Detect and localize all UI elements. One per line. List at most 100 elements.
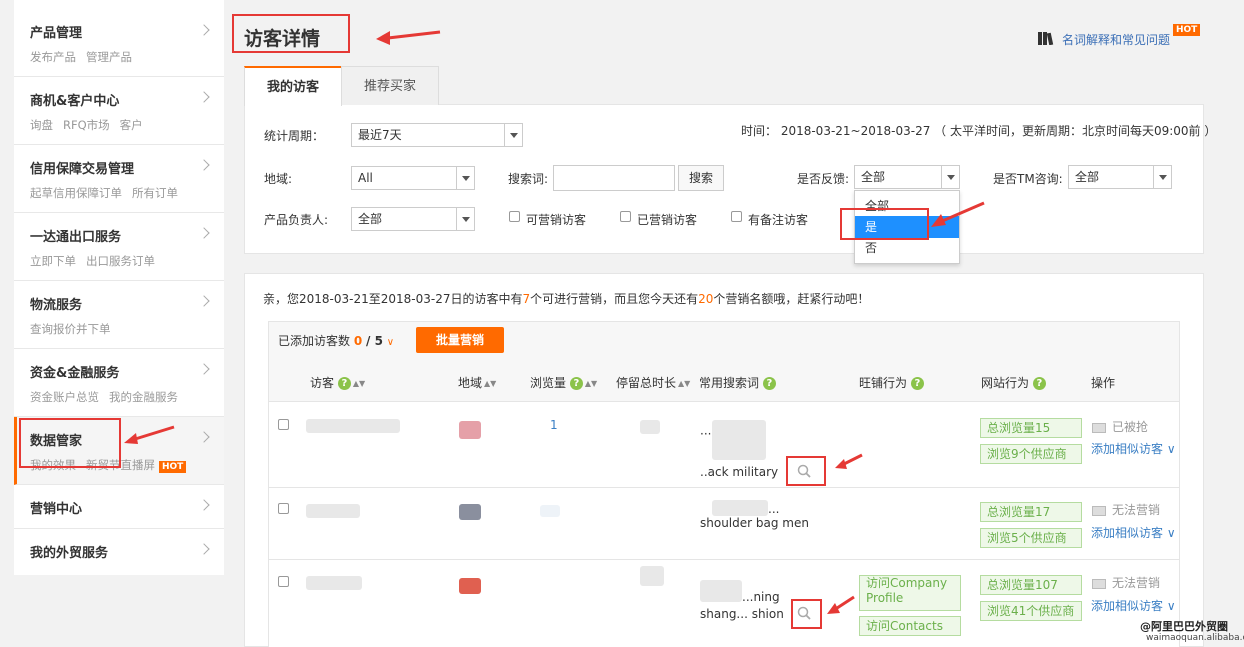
owner-select[interactable]: 全部 xyxy=(351,207,475,231)
sidebar-link-rfq[interactable]: RFQ市场 xyxy=(63,118,110,132)
sort-icon[interactable]: ▲▼ xyxy=(585,379,597,388)
add-similar-link[interactable]: 添加相似访客 ∨ xyxy=(1091,524,1176,541)
region-select[interactable]: All xyxy=(351,166,475,190)
row-status: 无法营销 xyxy=(1092,574,1160,591)
site-total-views: 总浏览量107 xyxy=(980,575,1082,595)
row-status-label: 无法营销 xyxy=(1112,576,1161,590)
noted-label: 有备注访客 xyxy=(748,213,809,227)
sidebar-section-marketing[interactable]: 营销中心 xyxy=(14,485,224,529)
col-views[interactable]: 浏览量 ? ▲▼ xyxy=(530,374,597,391)
sidebar-link-order-now[interactable]: 立即下单 xyxy=(30,254,76,268)
keyword-2: shoulder bag men xyxy=(700,516,809,530)
annotation-arrow-icon xyxy=(835,453,863,469)
row-checkbox[interactable] xyxy=(278,503,289,514)
row-checkbox[interactable] xyxy=(278,419,289,430)
duration-value xyxy=(640,420,660,434)
bulk-marketing-button[interactable]: 批量营销 xyxy=(416,327,504,353)
dropdown-option-no[interactable]: 否 xyxy=(855,237,959,259)
sidebar-sublinks: 查询报价并下单 xyxy=(30,321,121,337)
marketable-checkbox[interactable] xyxy=(509,211,520,222)
sidebar-link-account[interactable]: 资金账户总览 xyxy=(30,390,99,404)
views-count[interactable]: 1 xyxy=(550,418,558,432)
sidebar-section-title: 一达通出口服务 xyxy=(30,230,122,245)
feedback-select[interactable]: 全部 xyxy=(854,165,960,189)
keyword-1: ··· xyxy=(700,427,712,441)
sidebar-link-my-finance[interactable]: 我的金融服务 xyxy=(109,390,178,404)
sidebar-section-product[interactable]: 产品管理 发布产品 管理产品 xyxy=(14,0,224,77)
col-visitor[interactable]: 访客 ? ▲▼ xyxy=(310,374,365,391)
keyword-label: 搜索词: xyxy=(508,172,549,186)
site-total-views: 总浏览量17 xyxy=(980,502,1082,522)
add-similar-link[interactable]: 添加相似访客 ∨ xyxy=(1091,440,1176,457)
chevron-down-icon: ∨ xyxy=(1166,526,1176,540)
sidebar-section-trade[interactable]: 信用保障交易管理 起草信用保障订单 所有订单 xyxy=(14,145,224,213)
sort-icon[interactable]: ▲▼ xyxy=(484,379,496,388)
help-icon[interactable]: ? xyxy=(1032,377,1046,390)
sidebar-section-finance[interactable]: 资金&金融服务 资金账户总览 我的金融服务 xyxy=(14,349,224,417)
shop-company-profile: 访问Company Profile xyxy=(859,575,961,611)
sidebar-section-export[interactable]: 一达通出口服务 立即下单 出口服务订单 xyxy=(14,213,224,281)
sidebar-section-title: 信用保障交易管理 xyxy=(30,162,135,177)
marketed-checkbox[interactable] xyxy=(620,211,631,222)
row-checkbox[interactable] xyxy=(278,576,289,587)
sidebar-link-all-orders[interactable]: 所有订单 xyxy=(132,186,178,200)
help-icon[interactable]: ? xyxy=(337,377,351,390)
sidebar-link-quote[interactable]: 查询报价并下单 xyxy=(30,322,111,336)
help-link[interactable]: 名词解释和常见问题 xyxy=(1062,31,1170,48)
feedback-label: 是否反馈: xyxy=(797,172,850,186)
sidebar-section-trade-service[interactable]: 我的外贸服务 xyxy=(14,529,224,575)
sidebar-section-title: 营销中心 xyxy=(30,502,83,517)
help-icon[interactable]: ? xyxy=(569,377,583,390)
chevron-right-icon xyxy=(198,499,210,511)
tm-select[interactable]: 全部 xyxy=(1068,165,1172,189)
tab-my-visitors[interactable]: 我的访客 xyxy=(244,66,342,106)
feedback-value: 全部 xyxy=(861,170,886,184)
owner-value: 全部 xyxy=(358,212,383,226)
sidebar: 产品管理 发布产品 管理产品 商机&客户中心 询盘 RFQ市场 客户 信用保障交易管理… xyxy=(14,0,224,575)
notice-count-marketable: 7 xyxy=(522,292,531,306)
sidebar-section-crm[interactable]: 商机&客户中心 询盘 RFQ市场 客户 xyxy=(14,77,224,145)
watermark: @阿里巴巴外贸圈 xyxy=(1140,620,1228,633)
col-region[interactable]: 地域 ▲▼ xyxy=(458,374,496,391)
site-suppliers-viewed: 浏览5个供应商 xyxy=(980,528,1082,548)
sidebar-link-customer[interactable]: 客户 xyxy=(120,118,143,132)
sort-icon[interactable]: ▲▼ xyxy=(678,379,690,388)
add-similar-link[interactable]: 添加相似访客 ∨ xyxy=(1091,597,1176,614)
region-label: 地域: xyxy=(264,172,293,186)
chevron-right-icon xyxy=(198,543,210,555)
mail-icon xyxy=(1092,422,1106,433)
col-actions: 操作 xyxy=(1091,376,1116,390)
site-suppliers-viewed: 浏览9个供应商 xyxy=(980,444,1082,464)
row-status: 已被抢 xyxy=(1092,418,1148,435)
site-suppliers-viewed: 浏览41个供应商 xyxy=(980,601,1082,621)
hot-badge: HOT xyxy=(159,461,187,473)
keyword-input[interactable] xyxy=(553,165,675,191)
col-shop-label: 旺铺行为 xyxy=(859,376,908,390)
sidebar-link-publish[interactable]: 发布产品 xyxy=(30,50,76,64)
books-icon xyxy=(1038,32,1054,45)
sidebar-link-export-orders[interactable]: 出口服务订单 xyxy=(86,254,155,268)
noted-checkbox[interactable] xyxy=(731,211,742,222)
period-select[interactable]: 最近7天 xyxy=(351,123,523,147)
sidebar-section-title: 商机&客户中心 xyxy=(30,94,120,109)
keyword-blur xyxy=(700,580,742,602)
col-visitor-label: 访客 xyxy=(310,376,335,390)
sidebar-link-inquiry[interactable]: 询盘 xyxy=(30,118,53,132)
row-status-label: 已被抢 xyxy=(1112,420,1149,434)
col-site-label: 网站行为 xyxy=(981,376,1030,390)
chevron-down-icon xyxy=(1153,166,1171,188)
keyword-2: ..ack military xyxy=(700,465,779,479)
help-icon[interactable]: ? xyxy=(910,377,924,390)
col-duration[interactable]: 停留总时长 ▲▼ xyxy=(616,374,690,391)
sidebar-link-manage[interactable]: 管理产品 xyxy=(86,50,132,64)
annotation-arrow-icon xyxy=(124,425,175,444)
added-visitors[interactable]: 已添加访客数 0 / 5 ∨ xyxy=(278,332,394,349)
sidebar-section-logistics[interactable]: 物流服务 查询报价并下单 xyxy=(14,281,224,349)
sidebar-link-draft-order[interactable]: 起草信用保障订单 xyxy=(30,186,122,200)
added-label: 已添加访客数 xyxy=(278,334,351,348)
sort-icon[interactable]: ▲▼ xyxy=(353,379,365,388)
tab-recommended-buyers[interactable]: 推荐买家 xyxy=(341,66,439,105)
search-button[interactable]: 搜索 xyxy=(678,165,724,191)
add-similar-label: 添加相似访客 xyxy=(1091,526,1164,540)
help-icon[interactable]: ? xyxy=(762,377,776,390)
